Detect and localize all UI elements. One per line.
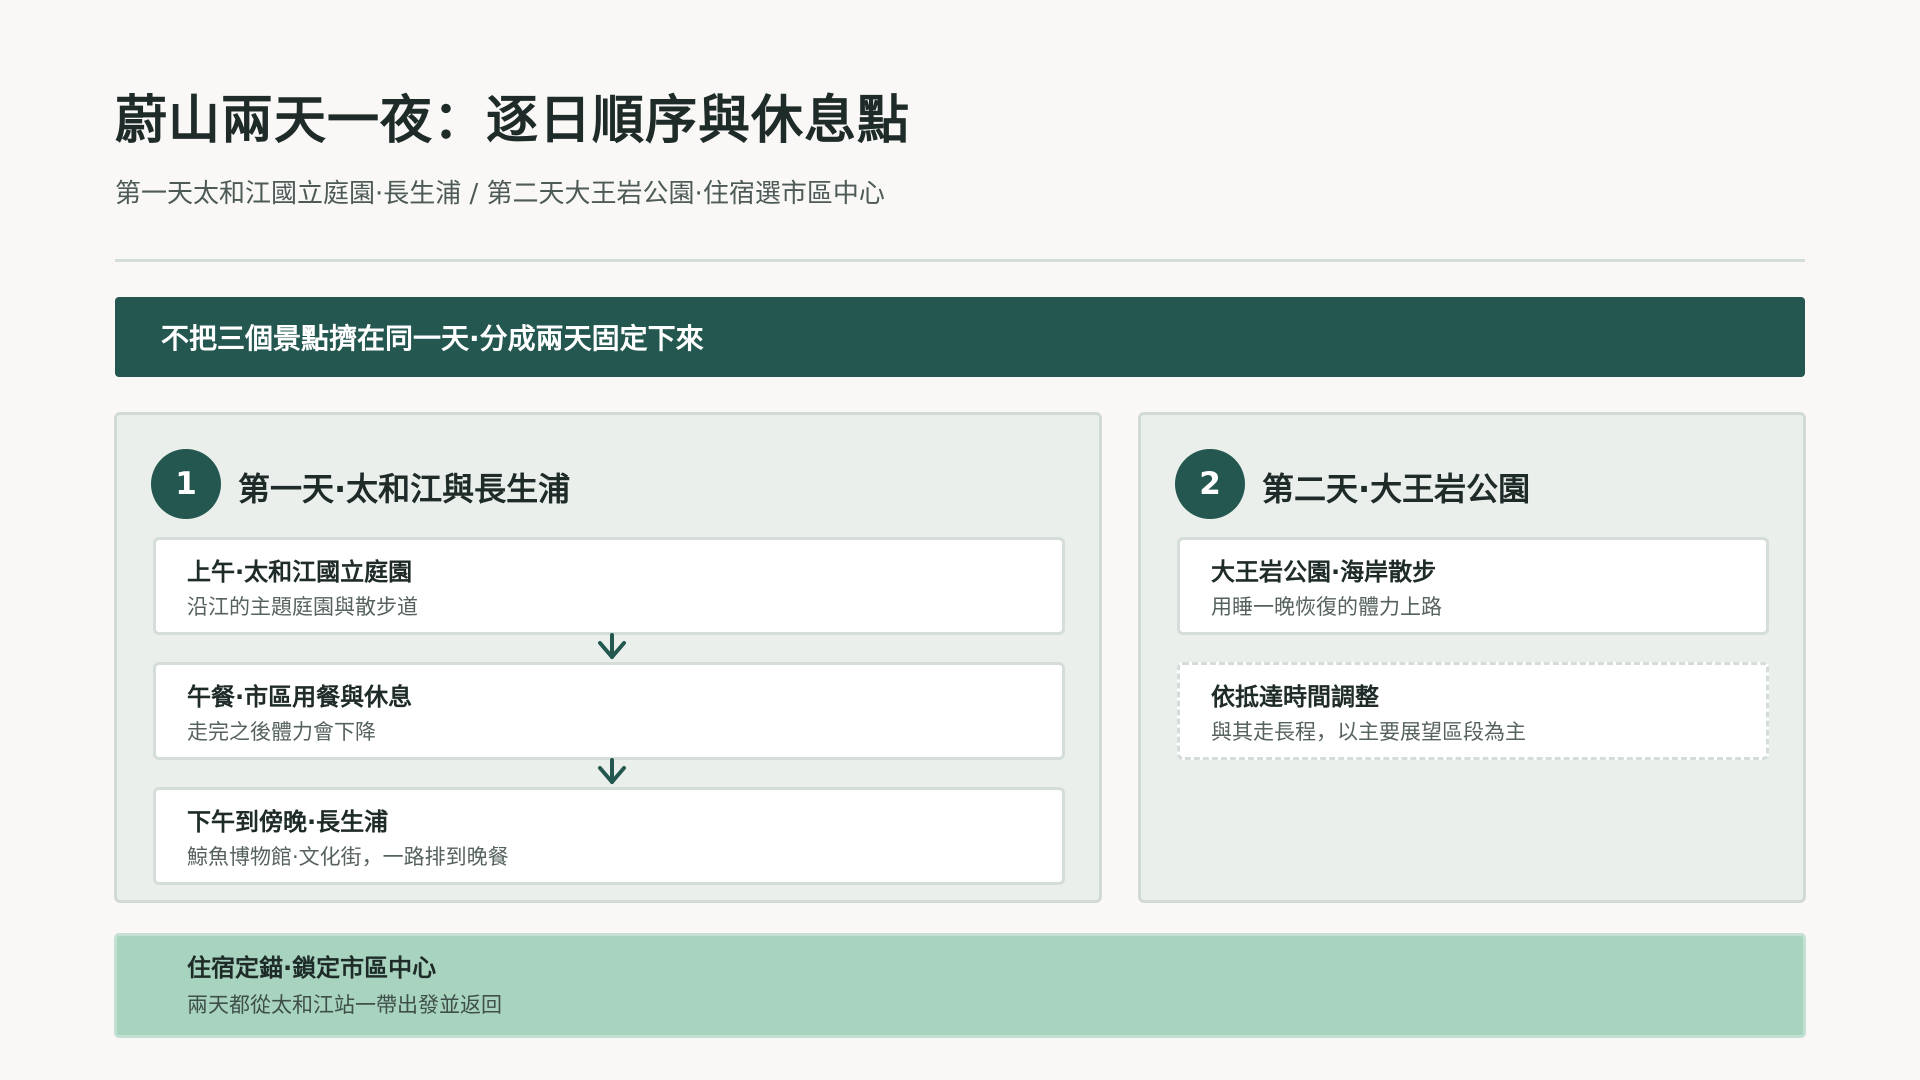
step-description: 鯨魚博物館·文化街，一路排到晚餐 xyxy=(187,845,509,869)
step-title: 大王岩公園·海岸散步 xyxy=(1211,558,1437,586)
summary-banner-text: 不把三個景點擠在同一天·分成兩天固定下來 xyxy=(161,322,704,355)
day1-panel: 1 第一天·太和江與長生浦 上午·太和江國立庭園 沿江的主題庭園與散步道 午餐·… xyxy=(114,412,1102,903)
day2-step-adjust: 依抵達時間調整 與其走長程，以主要展望區段為主 xyxy=(1177,662,1769,760)
step-title: 午餐·市區用餐與休息 xyxy=(187,683,413,711)
day1-step-afternoon: 下午到傍晚·長生浦 鯨魚博物館·文化街，一路排到晚餐 xyxy=(153,787,1065,885)
day1-number-badge: 1 xyxy=(151,449,221,519)
page-subtitle: 第一天太和江國立庭園·長生浦 / 第二天大王岩公園·住宿選市區中心 xyxy=(115,179,885,209)
page-title: 蔚山兩天一夜：逐日順序與休息點 xyxy=(115,91,911,151)
lodging-description: 兩天都從太和江站一帶出發並返回 xyxy=(187,993,502,1017)
lodging-title: 住宿定錨·鎖定市區中心 xyxy=(187,954,437,982)
step-description: 與其走長程，以主要展望區段為主 xyxy=(1211,720,1526,744)
step-description: 沿江的主題庭園與散步道 xyxy=(187,595,418,619)
day2-panel: 2 第二天·大王岩公園 大王岩公園·海岸散步 用睡一晚恢復的體力上路 依抵達時間… xyxy=(1138,412,1806,903)
arrow-down-icon xyxy=(598,633,626,659)
lodging-band: 住宿定錨·鎖定市區中心 兩天都從太和江站一帶出發並返回 xyxy=(114,933,1806,1038)
step-title: 下午到傍晚·長生浦 xyxy=(187,808,389,836)
day2-step-coast-walk: 大王岩公園·海岸散步 用睡一晚恢復的體力上路 xyxy=(1177,537,1769,635)
day2-title: 第二天·大王岩公園 xyxy=(1262,470,1531,508)
day2-number-badge: 2 xyxy=(1175,449,1245,519)
arrow-down-icon xyxy=(598,758,626,784)
day1-title: 第一天·太和江與長生浦 xyxy=(238,470,571,508)
step-title: 上午·太和江國立庭園 xyxy=(187,558,413,586)
step-description: 走完之後體力會下降 xyxy=(187,720,376,744)
step-title: 依抵達時間調整 xyxy=(1211,683,1379,711)
divider xyxy=(115,259,1805,262)
step-description: 用睡一晚恢復的體力上路 xyxy=(1211,595,1442,619)
day1-step-lunch: 午餐·市區用餐與休息 走完之後體力會下降 xyxy=(153,662,1065,760)
summary-banner: 不把三個景點擠在同一天·分成兩天固定下來 xyxy=(115,297,1805,377)
day1-step-morning: 上午·太和江國立庭園 沿江的主題庭園與散步道 xyxy=(153,537,1065,635)
